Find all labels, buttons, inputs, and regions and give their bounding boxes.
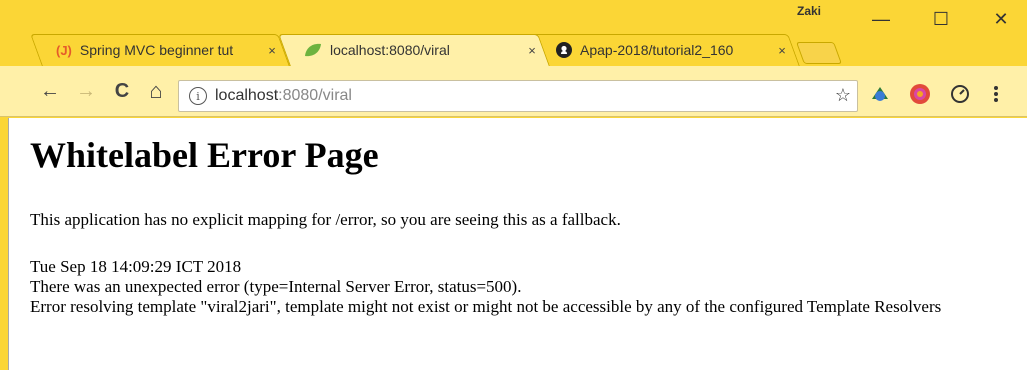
address-bar[interactable]: i localhost:8080/viral ☆	[178, 80, 858, 112]
github-favicon-icon	[556, 42, 572, 58]
spring-leaf-favicon-icon	[304, 43, 322, 57]
extension-icon[interactable]	[868, 82, 892, 106]
close-window-button[interactable]: ✕	[978, 0, 1024, 38]
error-timestamp: Tue Sep 18 14:09:29 ICT 2018	[30, 257, 242, 276]
url-text: localhost:8080/viral	[215, 87, 352, 104]
fallback-message: This application has no explicit mapping…	[30, 210, 621, 229]
tab-label: Spring MVC beginner tut	[79, 42, 234, 58]
tab-label: Apap-2018/tutorial2_160	[580, 42, 734, 58]
tab-close-icon[interactable]: ×	[260, 43, 284, 58]
tab-label: localhost:8080/viral	[330, 42, 450, 58]
forward-button[interactable]: →	[72, 80, 100, 103]
extension-icon[interactable]	[908, 82, 932, 106]
page-content: Whitelabel Error Page	[30, 134, 379, 176]
tab-github-apap[interactable]: Apap-2018/tutorial2_160 ×	[530, 34, 800, 66]
error-detail: Error resolving template "viral2jari", t…	[30, 297, 942, 316]
minimize-button[interactable]: —	[858, 0, 904, 38]
tab-close-icon[interactable]: ×	[520, 43, 544, 58]
maximize-button[interactable]: ☐	[918, 0, 964, 38]
speedometer-icon[interactable]	[948, 82, 972, 106]
profile-name[interactable]: Zaki	[797, 4, 821, 18]
back-button[interactable]: ←	[36, 80, 64, 103]
new-tab-button[interactable]	[795, 42, 843, 64]
tab-localhost-viral[interactable]: localhost:8080/viral ×	[278, 34, 550, 66]
error-type: There was an unexpected error (type=Inte…	[30, 277, 522, 296]
java-favicon-icon: (J)	[56, 42, 72, 58]
bookmark-star-icon[interactable]: ☆	[835, 85, 851, 106]
home-button[interactable]: ⌂	[142, 78, 170, 104]
window-left-edge	[0, 0, 13, 370]
tab-spring-mvc[interactable]: (J) Spring MVC beginner tut ×	[30, 34, 290, 66]
info-icon[interactable]: i	[189, 87, 207, 105]
tab-close-icon[interactable]: ×	[770, 43, 794, 58]
menu-icon[interactable]	[984, 82, 1008, 106]
reload-button[interactable]: C	[108, 80, 136, 103]
error-details: Tue Sep 18 14:09:29 ICT 2018 There was a…	[30, 257, 1010, 317]
page-title: Whitelabel Error Page	[30, 135, 379, 175]
